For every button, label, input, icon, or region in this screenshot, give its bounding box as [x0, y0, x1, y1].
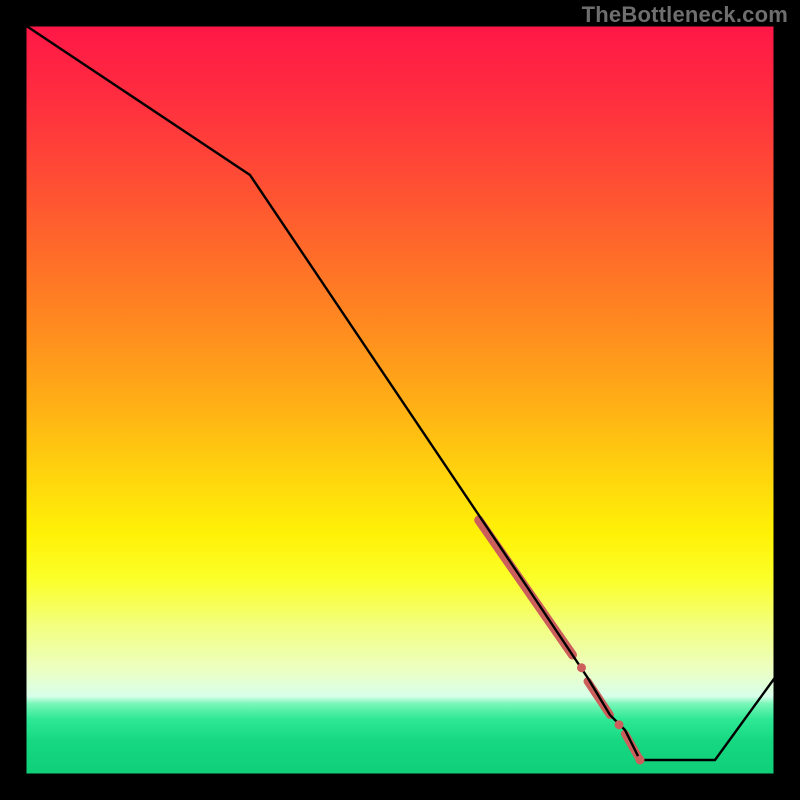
- bottleneck-chart: [0, 0, 800, 800]
- highlight-point: [577, 663, 586, 672]
- highlight-point: [615, 720, 624, 729]
- chart-stage: TheBottleneck.com: [0, 0, 800, 800]
- highlight-point: [636, 756, 645, 765]
